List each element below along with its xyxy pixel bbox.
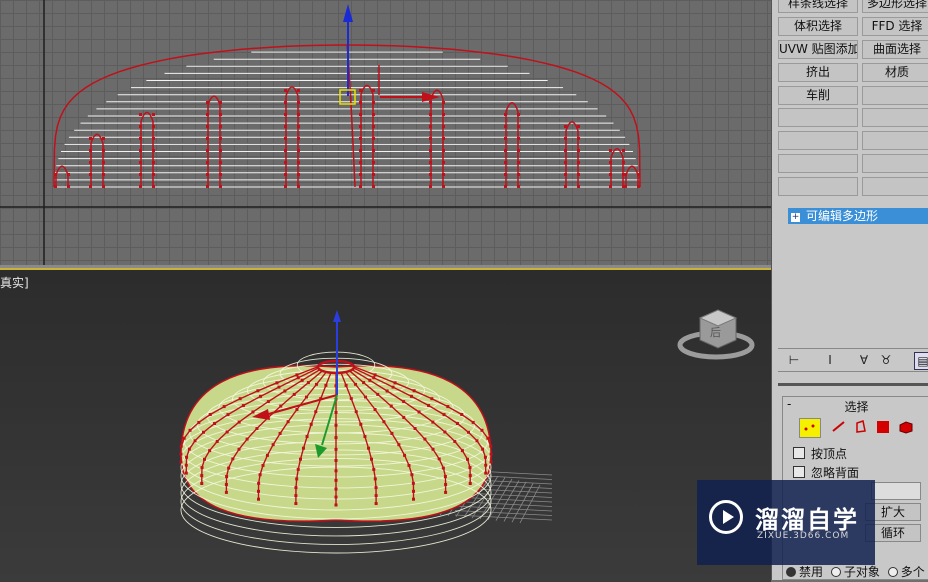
preview-selection-row: 禁用 子对象 多个 bbox=[782, 563, 925, 580]
persp-gizmo-z-arrow[interactable] bbox=[333, 310, 341, 322]
watermark: 溜溜自学 ZIXUE.3D66.COM bbox=[697, 480, 875, 565]
element-mode-icon[interactable] bbox=[898, 419, 914, 435]
edge-mode-icon[interactable] bbox=[831, 419, 847, 435]
checkbox-box[interactable] bbox=[793, 466, 805, 478]
checkbox-box[interactable] bbox=[793, 447, 805, 459]
remove-modifier-icon[interactable]: ♉ bbox=[878, 352, 894, 368]
modifier-button[interactable]: 曲面选择 bbox=[862, 40, 928, 59]
show-end-result-icon[interactable]: Ⅰ bbox=[822, 352, 838, 368]
sub-object-label: 子对象 bbox=[843, 565, 880, 579]
perspective-viewport-canvas: 后 bbox=[179, 309, 755, 554]
multi-radio[interactable] bbox=[887, 567, 898, 577]
by-vertex-label: 按顶点 bbox=[811, 447, 848, 461]
modifier-stack[interactable]: + 可编辑多边形 bbox=[782, 205, 928, 335]
modifier-button[interactable]: UVW 贴图添加 bbox=[778, 40, 858, 59]
modifier-button[interactable]: 体积选择 bbox=[778, 17, 858, 36]
modifier-button[interactable] bbox=[778, 154, 858, 173]
modifier-button[interactable] bbox=[862, 108, 928, 127]
modifier-button[interactable] bbox=[778, 177, 858, 196]
threshold-spinner[interactable] bbox=[871, 482, 921, 500]
disabled-label: 禁用 bbox=[799, 565, 824, 579]
modifier-button[interactable] bbox=[862, 86, 928, 105]
modifier-button[interactable]: FFD 选择 bbox=[862, 17, 928, 36]
rollout-separator bbox=[778, 383, 928, 386]
polygon-mode-icon[interactable] bbox=[877, 421, 889, 433]
modifier-button[interactable] bbox=[862, 177, 928, 196]
multi-label: 多个 bbox=[900, 565, 925, 579]
modifier-button[interactable]: 挤出 bbox=[778, 63, 858, 82]
border-mode-icon[interactable] bbox=[853, 419, 869, 435]
configure-sets-icon[interactable]: ▤ bbox=[914, 352, 928, 370]
vertex-mode-icon[interactable] bbox=[799, 418, 821, 438]
make-unique-icon[interactable]: ∀ bbox=[856, 352, 872, 368]
watermark-url: ZIXUE.3D66.COM bbox=[757, 531, 850, 541]
modifier-button[interactable] bbox=[778, 108, 858, 127]
by-vertex-checkbox[interactable]: 按顶点 bbox=[793, 445, 847, 462]
stack-item-editable-poly[interactable]: + 可编辑多边形 bbox=[788, 208, 928, 224]
modifier-button[interactable]: 样条线选择 bbox=[778, 0, 858, 13]
modifier-button[interactable] bbox=[862, 131, 928, 150]
gizmo-z-arrow[interactable] bbox=[343, 4, 353, 22]
stack-item-label: 可编辑多边形 bbox=[806, 209, 879, 223]
rollout-title[interactable]: 选择 bbox=[783, 398, 928, 415]
ignore-backfacing-label: 忽略背面 bbox=[811, 466, 860, 480]
expand-plus-icon[interactable]: + bbox=[791, 213, 800, 222]
modifier-button[interactable]: 材质 bbox=[862, 63, 928, 82]
stack-toolbar: ⊢ Ⅰ ∀ ♉ ▤ bbox=[778, 348, 928, 372]
modifier-button[interactable]: 多边形选择 bbox=[862, 0, 928, 13]
svg-text:后: 后 bbox=[710, 326, 721, 339]
play-logo-icon bbox=[709, 500, 743, 534]
perspective-viewport[interactable]: 真实] 后 bbox=[0, 268, 771, 582]
top-viewport-canvas bbox=[0, 0, 771, 265]
modifier-button[interactable] bbox=[862, 154, 928, 173]
modifier-button[interactable] bbox=[778, 131, 858, 150]
viewcube[interactable]: 后 bbox=[677, 309, 755, 360]
watermark-title: 溜溜自学 bbox=[755, 506, 859, 534]
sub-object-radio[interactable] bbox=[830, 567, 841, 577]
top-viewport[interactable] bbox=[0, 0, 771, 265]
modifier-button[interactable]: 车削 bbox=[778, 86, 858, 105]
disabled-radio[interactable] bbox=[786, 567, 796, 577]
pin-stack-icon[interactable]: ⊢ bbox=[786, 352, 802, 368]
ignore-backfacing-checkbox[interactable]: 忽略背面 bbox=[793, 464, 859, 481]
